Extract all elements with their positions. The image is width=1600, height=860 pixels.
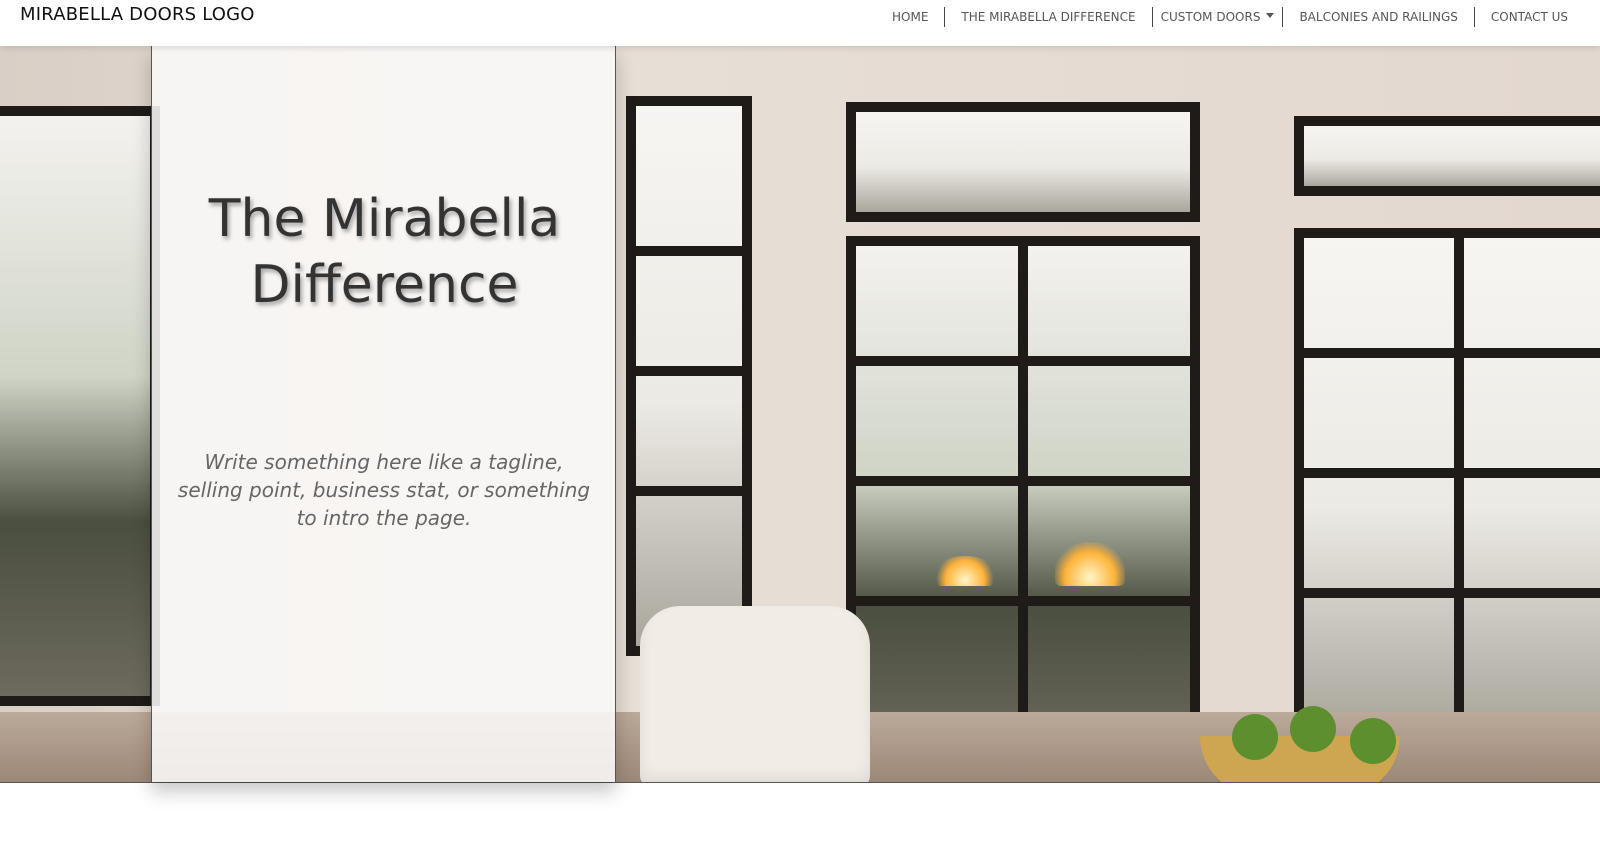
decor-greens <box>1290 706 1336 752</box>
sofa <box>640 606 870 782</box>
door-muntin <box>856 356 1190 366</box>
door-frame-center <box>846 236 1200 771</box>
top-navbar: MIRABELLA DOORS LOGO HOME THE MIRABELLA … <box>0 0 1600 46</box>
door-muntin <box>856 596 1190 606</box>
decor-greens <box>1232 714 1278 760</box>
fire-icon <box>1055 542 1125 586</box>
transom-window <box>846 102 1200 222</box>
door-muntin <box>1304 588 1600 598</box>
window-muntin <box>636 486 742 496</box>
side-window <box>626 96 752 656</box>
main-nav: HOME THE MIRABELLA DIFFERENCE CUSTOM DOO… <box>876 7 1584 27</box>
door-mullion <box>1454 238 1464 728</box>
fire-icon <box>935 556 995 586</box>
door-frame-right <box>1294 228 1600 738</box>
hero-tagline: Write something here like a tagline, sel… <box>177 450 591 530</box>
nav-custom-doors-label: CUSTOM DOORS <box>1160 10 1261 24</box>
door-muntin <box>1304 348 1600 358</box>
door-muntin <box>1304 468 1600 478</box>
hero-title: The Mirabella Difference <box>208 189 561 315</box>
site-logo[interactable]: MIRABELLA DOORS LOGO <box>20 4 255 25</box>
nav-home[interactable]: HOME <box>876 7 944 27</box>
nav-balconies-railings[interactable]: BALCONIES AND RAILINGS <box>1283 7 1473 27</box>
window-muntin <box>636 366 742 376</box>
window-muntin <box>636 246 742 256</box>
door-mullion <box>1018 246 1028 761</box>
door-muntin <box>856 476 1190 486</box>
nav-custom-doors[interactable]: CUSTOM DOORS <box>1153 7 1283 27</box>
hero-text-panel: The Mirabella Difference Write something… <box>151 46 616 782</box>
transom-window-right <box>1294 116 1600 196</box>
door-frame-left <box>0 106 160 706</box>
chevron-down-icon <box>1266 13 1275 18</box>
decor-greens <box>1350 718 1396 764</box>
nav-contact-us[interactable]: CONTACT US <box>1475 7 1584 27</box>
nav-mirabella-difference[interactable]: THE MIRABELLA DIFFERENCE <box>945 7 1151 27</box>
